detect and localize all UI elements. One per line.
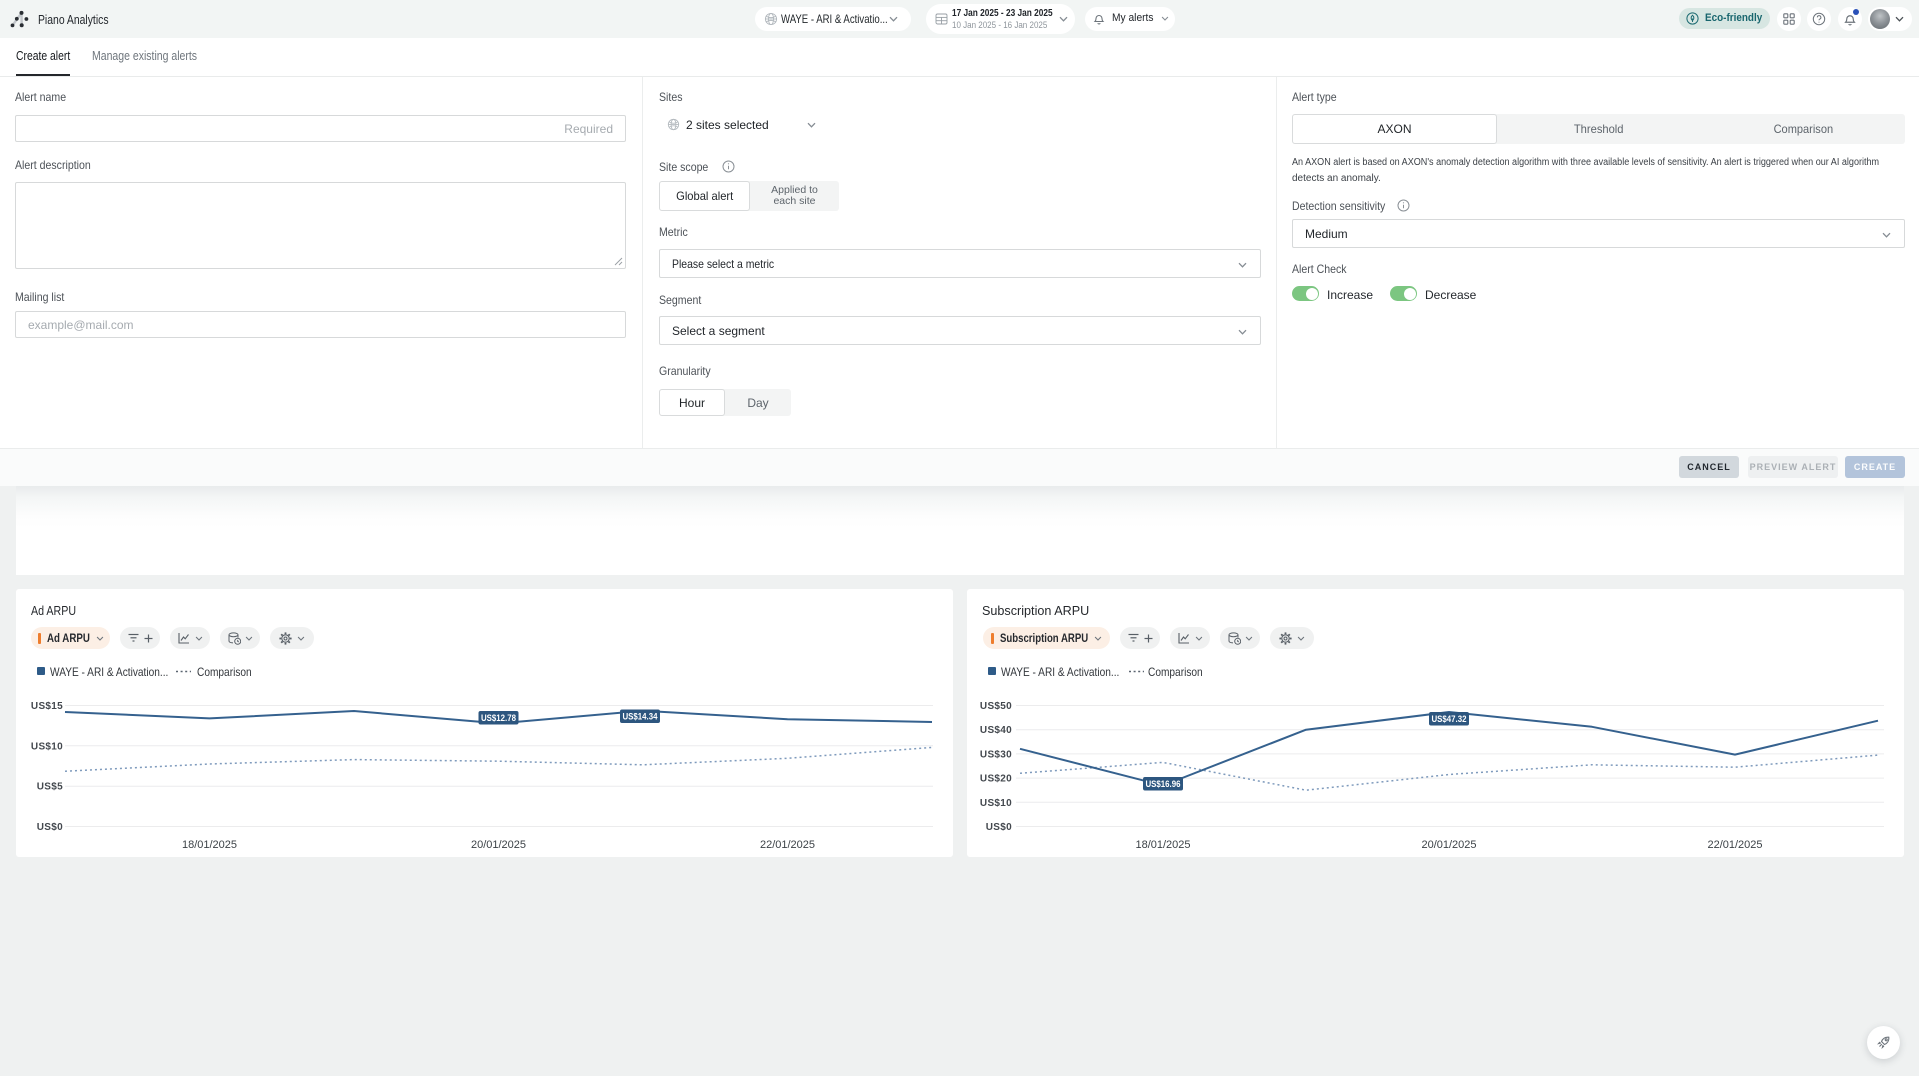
svg-text:US$14.34: US$14.34: [623, 712, 659, 723]
svg-text:US$10: US$10: [31, 741, 63, 752]
svg-text:US$47.32: US$47.32: [1432, 714, 1467, 725]
svg-text:US$15: US$15: [31, 701, 63, 712]
svg-text:20/01/2025: 20/01/2025: [1421, 839, 1476, 851]
svg-text:US$5: US$5: [37, 782, 63, 793]
svg-text:US$0: US$0: [37, 822, 63, 833]
svg-text:US$16.96: US$16.96: [1146, 779, 1181, 790]
svg-text:18/01/2025: 18/01/2025: [1135, 839, 1190, 851]
svg-text:US$12.78: US$12.78: [481, 713, 516, 724]
svg-text:22/01/2025: 22/01/2025: [1707, 839, 1762, 851]
svg-text:US$40: US$40: [980, 725, 1012, 736]
svg-text:US$50: US$50: [980, 701, 1012, 712]
svg-text:18/01/2025: 18/01/2025: [182, 839, 237, 851]
svg-text:US$30: US$30: [980, 749, 1012, 760]
svg-text:20/01/2025: 20/01/2025: [471, 839, 526, 851]
svg-text:US$0: US$0: [986, 822, 1012, 833]
svg-text:US$20: US$20: [980, 774, 1012, 785]
svg-text:US$10: US$10: [980, 798, 1012, 809]
svg-text:22/01/2025: 22/01/2025: [760, 839, 815, 851]
